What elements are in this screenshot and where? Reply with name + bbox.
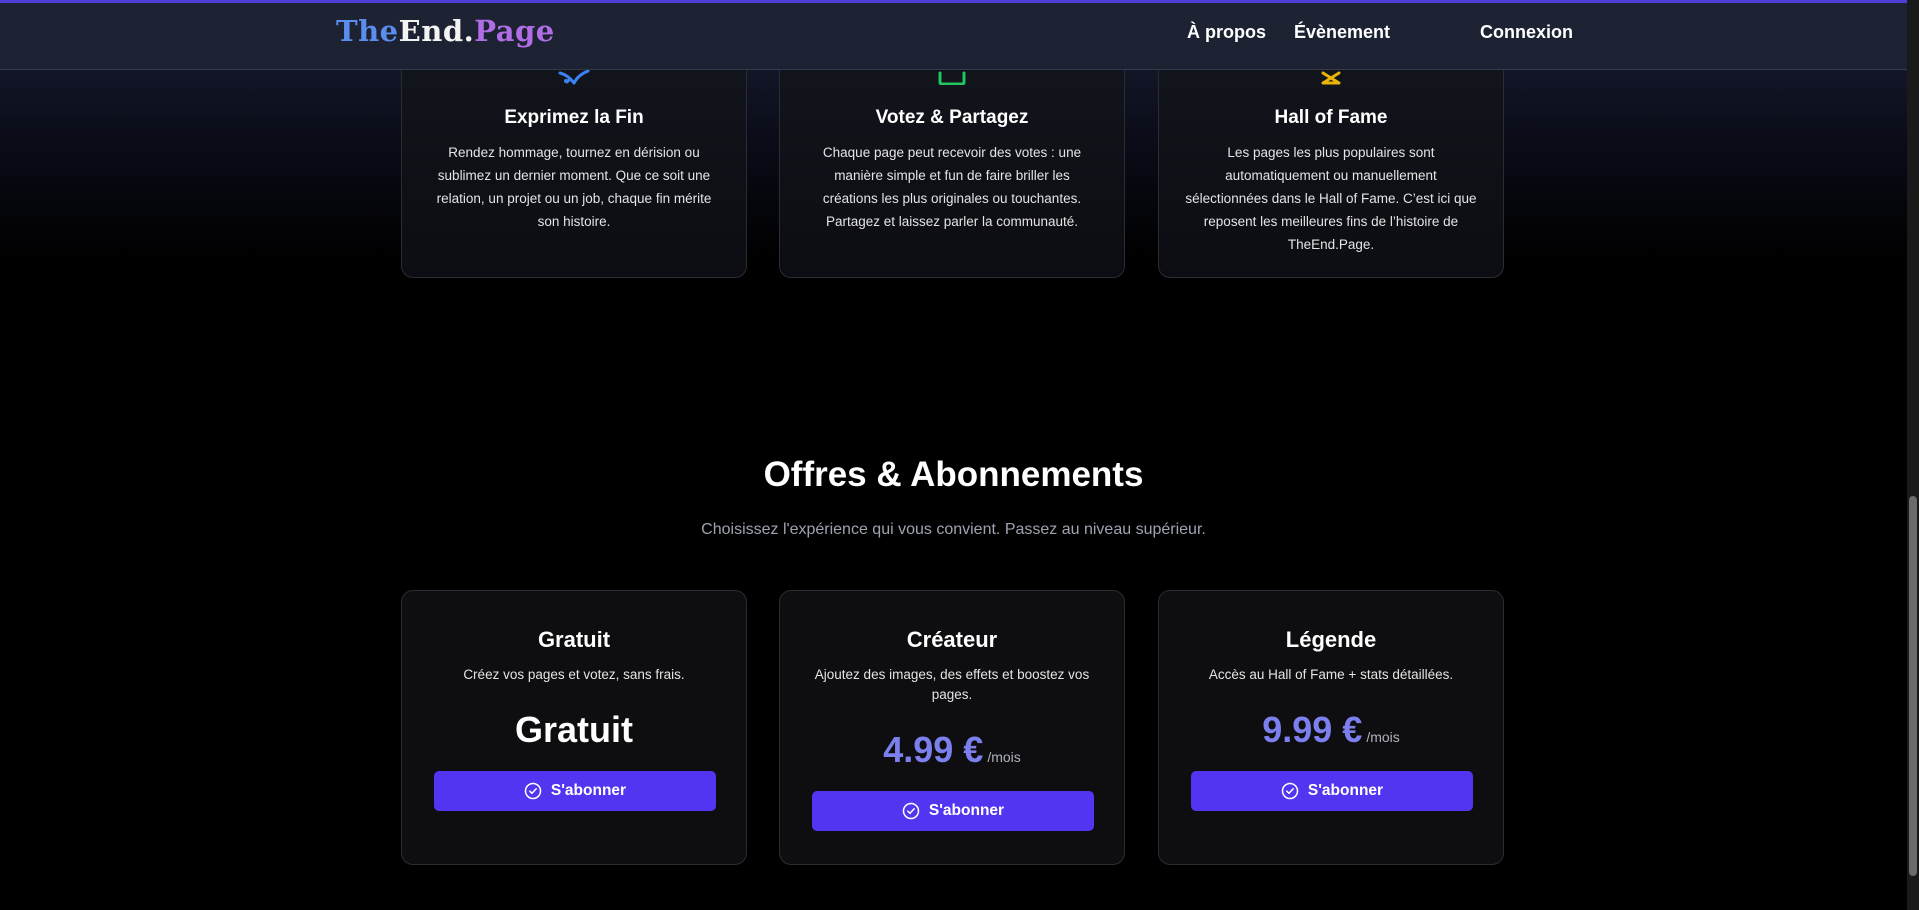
plan-price-unit: /mois [987,749,1021,765]
subscribe-button-free[interactable]: S'abonner [434,771,716,811]
logo-part-end: End. [398,14,475,48]
plan-card-free: Gratuit Créez vos pages et votez, sans f… [401,590,747,865]
subscribe-button-creator[interactable]: S'abonner [812,791,1094,831]
subscribe-button-label: S'abonner [1307,782,1384,799]
plan-price-row: 9.99 €/mois [1159,709,1503,751]
plan-price-row: 4.99 €/mois [780,729,1124,771]
plan-description: Accès au Hall of Fame + stats détaillées… [1208,667,1454,682]
plan-name: Légende [1285,627,1377,652]
plan-name: Créateur [906,627,998,652]
feature-title: Votez & Partagez [875,107,1029,128]
check-circle-icon [902,802,920,820]
logo-part-the: The [336,14,399,48]
site-logo[interactable]: TheEnd.Page [336,14,555,48]
feature-title: Exprimez la Fin [504,107,644,128]
subscribe-button-legend[interactable]: S'abonner [1191,771,1473,811]
check-circle-icon [524,782,542,800]
logo-part-page: Page [474,14,555,48]
feature-text: Rendez hommage, tournez en dérision ou s… [436,145,712,229]
plan-price: 4.99 € [883,729,984,770]
nav-link-about[interactable]: À propos [1187,22,1266,43]
subscribe-button-label: S'abonner [928,802,1005,819]
plan-price: 9.99 € [1262,709,1363,750]
feature-text: Les pages les plus populaires sont autom… [1185,145,1477,252]
check-circle-icon [1281,782,1299,800]
plan-price: Gratuit [514,709,633,750]
pricing-title: Offres & Abonnements [763,455,1144,494]
pricing-subtitle: Choisissez l'expérience qui vous convien… [701,521,1206,538]
plan-description: Ajoutez des images, des effets et booste… [814,667,1090,702]
subscribe-button-label: S'abonner [550,782,627,799]
site-header: TheEnd.Page À propos Évènement Connexion [0,0,1907,70]
nav-link-event[interactable]: Évènement [1294,22,1390,43]
plan-name: Gratuit [537,627,611,652]
feature-card-express: Exprimez la Fin Rendez hommage, tournez … [401,40,747,278]
feature-card-vote: Votez & Partagez Chaque page peut recevo… [779,40,1125,278]
plan-card-legend: Légende Accès au Hall of Fame + stats dé… [1158,590,1504,865]
page-scrollbar[interactable] [1907,0,1919,910]
plan-price-unit: /mois [1366,729,1400,745]
feature-card-hall-of-fame: Hall of Fame Les pages les plus populair… [1158,40,1504,278]
nav-link-login[interactable]: Connexion [1480,22,1573,43]
plan-price-row: Gratuit [402,709,746,751]
feature-text: Chaque page peut recevoir des votes : un… [822,145,1082,229]
plan-card-creator: Créateur Ajoutez des images, des effets … [779,590,1125,865]
top-accent-bar [0,0,1907,3]
scrollbar-thumb[interactable] [1909,496,1917,876]
plan-description: Créez vos pages et votez, sans frais. [463,667,685,682]
feature-title: Hall of Fame [1274,107,1388,128]
